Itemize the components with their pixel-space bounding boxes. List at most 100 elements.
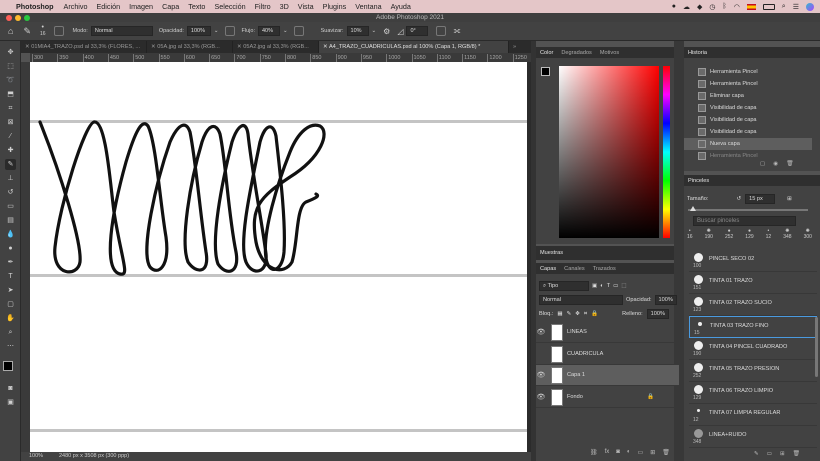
recent-brush[interactable]: • 16: [687, 228, 693, 248]
filter-smart-icon[interactable]: ⬚: [621, 283, 626, 289]
brush-item[interactable]: TINTA 06 TRAZO LIMPIO 129: [689, 382, 817, 404]
home-icon[interactable]: ⌂: [8, 26, 13, 36]
brush-size-slider[interactable]: [688, 209, 808, 211]
battery-icon[interactable]: [762, 3, 775, 10]
tab-overflow-icon[interactable]: »: [509, 41, 520, 53]
smooth-dropdown-icon[interactable]: ⌄: [372, 28, 377, 34]
add-mask-icon[interactable]: ◙: [616, 449, 620, 456]
menu-ventana[interactable]: Ventana: [355, 2, 381, 11]
layer-style-icon[interactable]: fx: [605, 449, 610, 456]
doc-tab[interactable]: ✕ 01MIA4_TRAZO.psd al 33,3% (FLORES, ...: [21, 41, 147, 53]
history-item[interactable]: Visibilidad de capa: [684, 114, 812, 126]
pen-tool-icon[interactable]: ✒: [5, 257, 16, 268]
zoom-window-button[interactable]: [24, 15, 30, 21]
hue-slider[interactable]: [663, 66, 670, 238]
mode-select[interactable]: Normal: [90, 26, 153, 36]
recent-brush[interactable]: ● 129: [745, 228, 753, 248]
layer-row-selected[interactable]: 👁 Capa 1: [536, 365, 679, 386]
snapshot-doc-icon[interactable]: ▢: [760, 161, 765, 167]
brush-item[interactable]: PINCEL SECO 02 100: [689, 250, 817, 272]
smoothing-settings-icon[interactable]: ⚙: [383, 27, 390, 36]
search-icon[interactable]: ⌕: [782, 3, 786, 11]
healing-brush-tool-icon[interactable]: ✚: [5, 145, 16, 156]
type-tool-icon[interactable]: T: [5, 271, 16, 282]
recent-brush[interactable]: ● 252: [725, 228, 733, 248]
menu-imagen[interactable]: Imagen: [129, 2, 153, 11]
brush-tool-icon[interactable]: ✎: [23, 26, 31, 37]
brush-search-field[interactable]: Buscar pinceles: [693, 216, 796, 226]
eye-icon[interactable]: 👁: [536, 393, 546, 401]
tab-color[interactable]: Color: [536, 50, 557, 56]
zoom-level[interactable]: 100%: [29, 452, 43, 461]
gradient-tool-icon[interactable]: ▤: [5, 215, 16, 226]
recent-brush[interactable]: ✺ 300: [804, 228, 812, 248]
doc-tab[interactable]: ✕ 05A.jpg al 33,3% (RGB...: [147, 41, 233, 53]
brush-item[interactable]: TINTA 02 TRAZO SUCIO 123: [689, 294, 817, 316]
menu-plugins[interactable]: Plugins: [323, 2, 347, 11]
brush-tool-icon[interactable]: ✎: [5, 159, 16, 170]
camera-icon[interactable]: ◉: [773, 161, 778, 167]
new-group-icon[interactable]: ▭: [638, 449, 644, 456]
opacity-dropdown-icon[interactable]: ⌄: [214, 28, 219, 34]
history-brush-tool-icon[interactable]: ↺: [5, 187, 16, 198]
brush-size-field[interactable]: 15 px: [745, 194, 776, 204]
recent-brush[interactable]: ✺ 190: [705, 228, 713, 248]
reset-size-icon[interactable]: ↺: [736, 196, 741, 202]
filter-type-icon[interactable]: T: [607, 283, 610, 289]
status-icon[interactable]: ●: [672, 3, 676, 10]
dodge-tool-icon[interactable]: ●: [5, 243, 16, 254]
history-item[interactable]: Visibilidad de capa: [684, 102, 812, 114]
eye-icon[interactable]: 👁: [536, 371, 546, 379]
foreground-color-swatch[interactable]: [3, 361, 13, 371]
tab-gradients[interactable]: Degradados: [557, 50, 595, 56]
menu-edicion[interactable]: Edición: [97, 2, 121, 11]
doc-tab[interactable]: ✕ 05A2.jpg al 33,3% (RGB...: [233, 41, 319, 53]
layer-opacity-field[interactable]: 100%: [654, 295, 677, 305]
rectangle-tool-icon[interactable]: ▢: [5, 299, 16, 310]
blur-tool-icon[interactable]: 💧: [5, 229, 16, 240]
lock-artboard-icon[interactable]: ⌗: [584, 311, 587, 318]
more-tools-icon[interactable]: ⋯: [5, 341, 16, 352]
screen-mode-icon[interactable]: ▣: [5, 397, 16, 408]
lock-all-icon[interactable]: 🔒: [591, 311, 598, 317]
document-canvas[interactable]: [30, 62, 527, 452]
new-brush-preset-icon[interactable]: ⊞: [780, 451, 785, 457]
color-saturation-field[interactable]: [559, 66, 659, 238]
brush-item[interactable]: TINTA 04 PINCEL CUADRADO 190: [689, 338, 817, 360]
dropbox-icon[interactable]: ◆: [697, 3, 702, 11]
recent-brush[interactable]: ✺ 348: [783, 228, 791, 248]
tab-layers[interactable]: Capas: [536, 266, 560, 272]
brush-item[interactable]: TINTA 05 TRAZO PRESION 252: [689, 360, 817, 382]
layer-row[interactable]: 👁 Fondo 🔒: [536, 387, 679, 408]
recent-brush[interactable]: • 12: [766, 228, 772, 248]
minimize-window-button[interactable]: [15, 15, 21, 21]
brush-item[interactable]: LINEA+RUIDO 348: [689, 426, 817, 448]
filter-shape-icon[interactable]: ▭: [613, 283, 618, 289]
flow-field[interactable]: 40%: [257, 26, 280, 36]
brush-item[interactable]: TINTA 01 TRAZO 151: [689, 272, 817, 294]
lasso-tool-icon[interactable]: ➰: [5, 75, 16, 86]
menu-archivo[interactable]: Archivo: [64, 2, 88, 11]
angle-icon[interactable]: ◿: [397, 27, 403, 36]
filter-pixel-icon[interactable]: ▣: [592, 283, 597, 289]
hand-tool-icon[interactable]: ✋: [5, 313, 16, 324]
clone-stamp-tool-icon[interactable]: ⊥: [5, 173, 16, 184]
tab-patterns[interactable]: Motivos: [596, 50, 623, 56]
cloud-icon[interactable]: ☁: [683, 3, 690, 11]
layer-filter-select[interactable]: ⌕ Tipo: [539, 281, 589, 291]
eye-icon[interactable]: 👁: [536, 328, 546, 336]
link-layers-icon[interactable]: ⛓: [590, 449, 598, 456]
delete-layer-icon[interactable]: 🗑: [662, 449, 670, 456]
new-brush-group-icon[interactable]: ▭: [767, 451, 772, 457]
history-item[interactable]: Herramienta Pincel: [684, 78, 812, 90]
trash-icon[interactable]: 🗑: [786, 161, 793, 167]
bluetooth-icon[interactable]: ᛒ: [722, 3, 726, 10]
color-fg-swatch[interactable]: [541, 67, 550, 76]
new-layer-icon[interactable]: ⊞: [650, 449, 655, 456]
menu-capa[interactable]: Capa: [162, 2, 179, 11]
path-selection-tool-icon[interactable]: ➤: [5, 285, 16, 296]
brush-list-scrollbar[interactable]: [815, 317, 818, 377]
layer-row[interactable]: CUADRICULA: [536, 344, 679, 365]
history-item[interactable]: Herramienta Pincel: [684, 66, 812, 78]
close-window-button[interactable]: [6, 15, 12, 21]
